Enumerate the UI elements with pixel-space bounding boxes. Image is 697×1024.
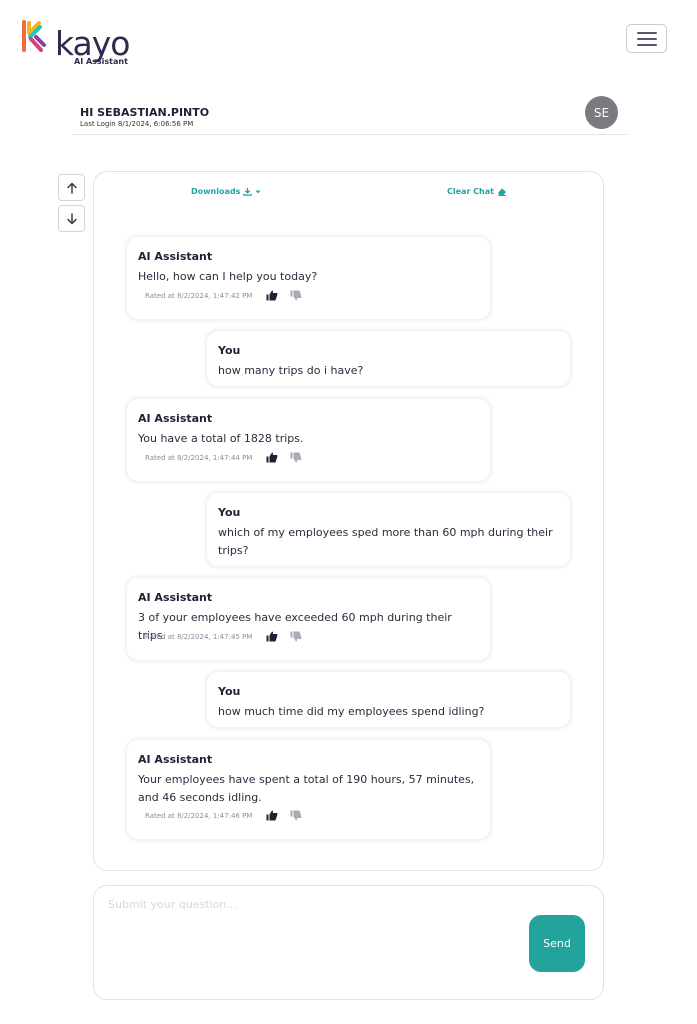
assistant-message: AI Assistant You have a total of 1828 tr… xyxy=(126,398,491,482)
send-button[interactable]: Send xyxy=(529,915,585,972)
message-sender: AI Assistant xyxy=(138,412,213,425)
rating-timestamp: Rated at 8/2/2024, 1:47:44 PM xyxy=(145,454,253,462)
message-sender: You xyxy=(218,685,241,698)
message-sender: AI Assistant xyxy=(138,753,213,766)
message-text: Your employees have spent a total of 190… xyxy=(138,773,475,804)
message-sender: You xyxy=(218,344,241,357)
message-text: which of my employees sped more than 60 … xyxy=(218,526,553,557)
assistant-message: AI Assistant Your employees have spent a… xyxy=(126,739,491,840)
user-message: You how much time did my employees spend… xyxy=(206,671,571,728)
assistant-message: AI Assistant 3 of your employees have ex… xyxy=(126,577,491,661)
menu-button[interactable] xyxy=(626,24,667,53)
thumbs-up-icon[interactable] xyxy=(266,452,278,463)
avatar[interactable]: SE xyxy=(585,96,618,129)
thumbs-up-icon[interactable] xyxy=(266,810,278,821)
downloads-dropdown[interactable]: Downloads xyxy=(191,187,261,196)
kayo-logo-mark xyxy=(22,20,46,52)
scroll-down-button[interactable] xyxy=(58,205,85,232)
user-greeting-bar: HI SEBASTIAN.PINTO Last Login 8/1/2024, … xyxy=(72,97,628,135)
assistant-message: AI Assistant Hello, how can I help you t… xyxy=(126,236,491,320)
hamburger-icon xyxy=(636,31,657,34)
clear-chat-label: Clear Chat xyxy=(447,187,494,196)
last-login-text: Last Login 8/1/2024, 6:06:56 PM xyxy=(80,120,194,128)
clear-chat-button[interactable]: Clear Chat xyxy=(447,187,507,196)
user-message: You how many trips do i have? xyxy=(206,330,571,387)
arrow-down-icon xyxy=(66,212,77,224)
brand-name: kayo xyxy=(55,24,130,63)
thumbs-down-icon[interactable] xyxy=(290,631,302,642)
thumbs-up-icon[interactable] xyxy=(266,290,278,301)
message-sender: You xyxy=(218,506,241,519)
message-text: You have a total of 1828 trips. xyxy=(138,432,304,445)
rating-timestamp: Rated at 8/2/2024, 1:47:42 PM xyxy=(145,292,253,300)
brand-subtitle: AI Assistant xyxy=(74,57,128,66)
message-text: how much time did my employees spend idl… xyxy=(218,705,485,718)
rating-timestamp: Rated at 8/2/2024, 1:47:46 PM xyxy=(145,812,253,820)
thumbs-down-icon[interactable] xyxy=(290,810,302,821)
question-input[interactable] xyxy=(108,898,518,978)
message-sender: AI Assistant xyxy=(138,591,213,604)
user-message: You which of my employees sped more than… xyxy=(206,492,571,567)
rating-timestamp: Rated at 8/2/2024, 1:47:45 PM xyxy=(145,633,253,641)
thumbs-down-icon[interactable] xyxy=(290,452,302,463)
eraser-icon xyxy=(497,188,506,196)
message-text: how many trips do i have? xyxy=(218,364,364,377)
message-sender: AI Assistant xyxy=(138,250,213,263)
question-input-container xyxy=(93,885,604,1000)
downloads-label: Downloads xyxy=(191,187,241,196)
scroll-up-button[interactable] xyxy=(58,174,85,201)
thumbs-down-icon[interactable] xyxy=(290,290,302,301)
greeting-text: HI SEBASTIAN.PINTO xyxy=(80,106,210,119)
thumbs-up-icon[interactable] xyxy=(266,631,278,642)
kayo-logo[interactable]: kayo AI Assistant xyxy=(21,20,131,68)
caret-down-icon xyxy=(255,190,261,193)
message-text: Hello, how can I help you today? xyxy=(138,270,318,283)
arrow-up-icon xyxy=(66,182,77,194)
download-icon xyxy=(243,187,253,196)
